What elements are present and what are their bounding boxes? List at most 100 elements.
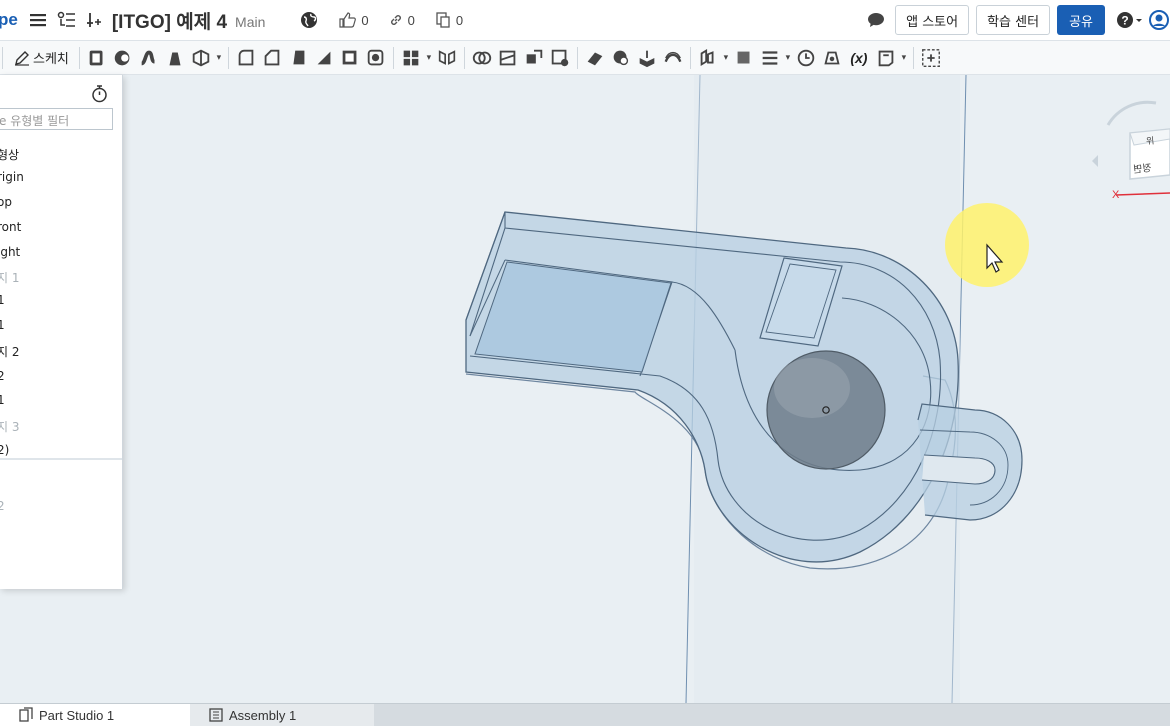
panel-divider	[0, 458, 122, 460]
help-icon[interactable]: ?	[1114, 8, 1144, 32]
feature-list-item[interactable]: 2	[0, 499, 5, 513]
view-cube-front-label: 정면	[1132, 163, 1153, 176]
like-stat[interactable]: 0	[339, 12, 369, 28]
svg-text:?: ?	[1121, 14, 1128, 28]
transform-icon[interactable]	[521, 45, 547, 71]
learning-center-button[interactable]: 학습 센터	[976, 5, 1051, 35]
toolbar-divider	[463, 46, 465, 69]
chamfer-icon[interactable]	[259, 45, 285, 71]
toolbar-divider	[2, 46, 3, 69]
add-custom-feature-icon[interactable]	[918, 45, 944, 71]
share-button[interactable]: 공유	[1057, 5, 1105, 35]
comments-icon[interactable]	[865, 8, 887, 32]
custom-feature-icon[interactable]	[873, 45, 899, 71]
feature-list-item[interactable]: 형상	[0, 146, 19, 163]
part-studio-icon	[19, 707, 33, 722]
wrap-icon[interactable]	[695, 45, 721, 71]
feature-list-item[interactable]: 1	[0, 393, 5, 407]
globe-icon[interactable]	[299, 8, 319, 32]
dropdown-chevron-icon[interactable]: ▾	[721, 52, 731, 63]
toolbar-divider	[689, 46, 691, 69]
feature-list-item[interactable]: 지 3	[0, 418, 20, 435]
feature-list-item[interactable]: rigin	[0, 170, 24, 184]
surface-icon[interactable]	[660, 45, 686, 71]
feature-list-item[interactable]: 지 2	[0, 343, 20, 360]
x-axis-line	[1115, 192, 1170, 196]
render-icon[interactable]	[819, 45, 845, 71]
plane-icon[interactable]	[582, 45, 608, 71]
feature-toolbar: 스케치 ▾ ▾ ▾ ▾ (x) ▾	[0, 41, 1170, 75]
split-icon[interactable]	[495, 45, 521, 71]
feature-list-item[interactable]: 2)	[0, 443, 9, 457]
dropdown-chevron-icon[interactable]: ▾	[424, 52, 434, 63]
feature-tools: ▾ ▾ ▾ ▾ (x) ▾	[84, 45, 944, 71]
feature-list-item[interactable]: ront	[0, 220, 21, 234]
variable-button[interactable]: (x)	[845, 45, 873, 71]
onshape-logo[interactable]: pe	[0, 10, 18, 30]
tab-assembly[interactable]: Assembly 1	[190, 704, 374, 726]
link-icon	[390, 15, 401, 25]
boolean-icon[interactable]	[469, 45, 495, 71]
sketch-pencil-icon[interactable]	[13, 46, 31, 70]
toolbar-divider	[78, 46, 80, 69]
delete-part-icon[interactable]	[547, 45, 573, 71]
draft-icon[interactable]	[285, 45, 311, 71]
graphics-viewport[interactable]: 위 정면 X	[0, 75, 1170, 703]
rollback-timer-icon[interactable]	[91, 84, 108, 107]
top-bar: pe [ITGO] 예제 4 Main 0 0 0 앱 스토어 학습 센터 공유…	[0, 0, 1170, 41]
tab-bar: Part Studio 1 Assembly 1	[0, 703, 1170, 726]
copy-icon	[436, 12, 450, 28]
sheet-metal-icon[interactable]	[634, 45, 660, 71]
view-rotate-left-icon[interactable]	[1092, 155, 1098, 167]
x-axis-label: X	[1112, 189, 1120, 201]
workspace-name[interactable]: Main	[235, 14, 265, 30]
view-rotate-arc[interactable]	[1106, 100, 1157, 126]
link-stat[interactable]: 0	[389, 13, 415, 28]
history-icon[interactable]	[793, 45, 819, 71]
sketch-button[interactable]: 스케치	[33, 48, 69, 67]
view-cube-top-label: 위	[1145, 136, 1155, 148]
assembly-icon	[209, 708, 223, 722]
configurations-icon[interactable]	[84, 8, 104, 32]
feature-list-item[interactable]: 2	[0, 369, 5, 383]
revolve-icon[interactable]	[110, 45, 136, 71]
view-cube[interactable]: 위 정면 X	[1086, 95, 1170, 215]
fillet-icon[interactable]	[233, 45, 259, 71]
sweep-icon[interactable]	[136, 45, 162, 71]
feature-filter-input[interactable]: e 유형별 필터	[0, 108, 113, 130]
feature-list-item[interactable]: 지 1	[0, 269, 20, 286]
toolbar-divider	[392, 46, 394, 69]
feature-list-item[interactable]: 1	[0, 318, 5, 332]
toolbar-divider	[576, 46, 578, 69]
toolbar-divider	[227, 46, 229, 69]
user-avatar-icon[interactable]	[1148, 8, 1170, 32]
pattern-icon[interactable]	[398, 45, 424, 71]
tab-part-studio[interactable]: Part Studio 1	[0, 704, 190, 726]
feature-list-icon[interactable]	[56, 8, 78, 32]
like-count: 0	[361, 12, 369, 28]
hamburger-menu-icon[interactable]	[28, 8, 48, 32]
tab-label: Part Studio 1	[39, 707, 115, 723]
dropdown-chevron-icon[interactable]: ▾	[899, 52, 909, 63]
document-title[interactable]: [ITGO] 예제 4	[112, 7, 227, 34]
link-count: 0	[407, 12, 415, 28]
rib-icon[interactable]	[311, 45, 337, 71]
copy-count: 0	[455, 12, 464, 28]
app-store-button[interactable]: 앱 스토어	[895, 5, 970, 35]
feature-list-item[interactable]: op	[0, 195, 12, 209]
dropdown-chevron-icon[interactable]: ▾	[214, 52, 224, 63]
copy-stat[interactable]: 0	[435, 12, 463, 28]
tab-label: Assembly 1	[229, 707, 297, 723]
thicken-icon[interactable]	[188, 45, 214, 71]
hole-icon[interactable]	[363, 45, 389, 71]
shell-icon[interactable]	[337, 45, 363, 71]
mate-connector-icon[interactable]	[608, 45, 634, 71]
measure-icon[interactable]	[757, 45, 783, 71]
dropdown-chevron-icon[interactable]: ▾	[783, 52, 793, 63]
feature-list-item[interactable]: 1	[0, 293, 5, 307]
loft-icon[interactable]	[162, 45, 188, 71]
feature-list-item[interactable]: ight	[0, 245, 20, 259]
extrude-icon[interactable]	[84, 45, 110, 71]
section-icon[interactable]	[731, 45, 757, 71]
mirror-icon[interactable]	[434, 45, 460, 71]
